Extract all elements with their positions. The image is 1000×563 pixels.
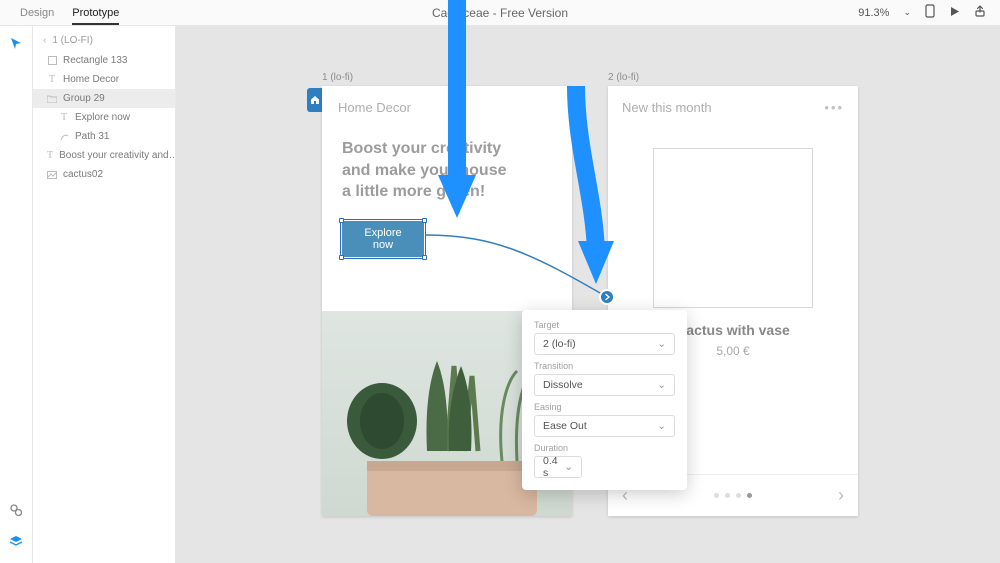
folder-icon bbox=[47, 94, 57, 104]
layer-row-path31[interactable]: Path 31 bbox=[33, 127, 175, 146]
ab1-headline: Boost your creativity and make your hous… bbox=[322, 128, 572, 203]
select-value: 0.4 s bbox=[543, 455, 564, 479]
chevron-down-icon: ⌄ bbox=[657, 420, 666, 432]
selection-handle[interactable] bbox=[339, 255, 344, 260]
wire-end-node[interactable] bbox=[601, 291, 613, 303]
artboard1-label[interactable]: 1 (lo-fi) bbox=[322, 72, 353, 83]
breadcrumb[interactable]: ‹ 1 (LO-FI) bbox=[33, 30, 175, 51]
image-icon bbox=[47, 170, 57, 180]
zoom-level[interactable]: 91.3% bbox=[858, 7, 889, 19]
layers-icon[interactable] bbox=[9, 534, 23, 553]
page-dots bbox=[714, 493, 752, 498]
chevron-down-icon: ⌄ bbox=[564, 461, 573, 473]
page-dot[interactable] bbox=[725, 493, 730, 498]
layer-label: Rectangle 133 bbox=[63, 55, 128, 66]
layer-row-boost[interactable]: T Boost your creativity and… bbox=[33, 146, 175, 165]
tab-prototype[interactable]: Prototype bbox=[72, 7, 119, 25]
chevron-left-icon: ‹ bbox=[43, 35, 46, 46]
move-tool-icon[interactable] bbox=[9, 36, 23, 55]
rect-icon bbox=[47, 56, 57, 66]
layer-label: Group 29 bbox=[63, 93, 105, 104]
selection-handle[interactable] bbox=[339, 218, 344, 223]
chevron-down-icon: ⌄ bbox=[657, 379, 666, 391]
artboard2-label[interactable]: 2 (lo-fi) bbox=[608, 72, 639, 83]
duration-label: Duration bbox=[534, 443, 675, 453]
next-icon[interactable]: › bbox=[838, 485, 844, 506]
page-dot[interactable] bbox=[736, 493, 741, 498]
left-toolstrip bbox=[0, 26, 33, 563]
layer-row-group29[interactable]: Group 29 bbox=[33, 89, 175, 108]
transition-select[interactable]: Dissolve ⌄ bbox=[534, 374, 675, 396]
share-icon[interactable] bbox=[974, 5, 986, 20]
tab-design[interactable]: Design bbox=[20, 7, 54, 19]
product-image-placeholder bbox=[653, 148, 813, 308]
text-icon: T bbox=[47, 151, 53, 161]
chevron-down-icon: ⌄ bbox=[657, 338, 666, 350]
page-dot[interactable] bbox=[714, 493, 719, 498]
canvas[interactable]: 1 (lo-fi) 2 (lo-fi) Home Decor Boost you… bbox=[176, 26, 1000, 563]
path-icon bbox=[59, 132, 69, 142]
top-toolbar: Design Prototype Cactaceae - Free Versio… bbox=[0, 0, 1000, 26]
easing-select[interactable]: Ease Out ⌄ bbox=[534, 415, 675, 437]
page-dot[interactable] bbox=[747, 493, 752, 498]
ab1-header: Home Decor bbox=[322, 86, 572, 128]
select-value: 2 (lo-fi) bbox=[543, 338, 576, 350]
layer-label: Path 31 bbox=[75, 131, 109, 142]
layer-label: Boost your creativity and… bbox=[59, 150, 176, 161]
headline-line: Boost your creativity bbox=[342, 138, 552, 160]
button-label: Explore now bbox=[364, 227, 401, 251]
selection-handle[interactable] bbox=[422, 218, 427, 223]
interaction-popover: Target 2 (lo-fi) ⌄ Transition Dissolve ⌄… bbox=[522, 310, 687, 490]
duration-select[interactable]: 0.4 s ⌄ bbox=[534, 456, 582, 478]
layer-row-cactus[interactable]: cactus02 bbox=[33, 165, 175, 184]
more-icon[interactable]: ••• bbox=[824, 100, 844, 115]
target-label: Target bbox=[534, 320, 675, 330]
target-select[interactable]: 2 (lo-fi) ⌄ bbox=[534, 333, 675, 355]
easing-label: Easing bbox=[534, 402, 675, 412]
layer-row-rectangle[interactable]: Rectangle 133 bbox=[33, 51, 175, 70]
layer-label: Home Decor bbox=[63, 74, 119, 85]
headline-line: and make your house bbox=[342, 160, 552, 182]
document-title: Cactaceae - Free Version bbox=[432, 6, 568, 20]
layer-row-explore[interactable]: T Explore now bbox=[33, 108, 175, 127]
ab2-header: New this month bbox=[622, 100, 712, 115]
layer-label: Explore now bbox=[75, 112, 130, 123]
text-icon: T bbox=[59, 113, 69, 123]
breadcrumb-label: 1 (LO-FI) bbox=[52, 35, 93, 46]
device-icon[interactable] bbox=[925, 4, 935, 21]
select-value: Dissolve bbox=[543, 379, 583, 391]
layers-panel: ‹ 1 (LO-FI) Rectangle 133 T Home Decor G… bbox=[33, 26, 176, 563]
transition-label: Transition bbox=[534, 361, 675, 371]
select-value: Ease Out bbox=[543, 420, 587, 432]
headline-line: a little more green! bbox=[342, 181, 552, 203]
layer-label: cactus02 bbox=[63, 169, 103, 180]
chevron-down-icon[interactable]: ⌄ bbox=[903, 7, 911, 18]
layer-row-text[interactable]: T Home Decor bbox=[33, 70, 175, 89]
play-icon[interactable] bbox=[949, 6, 960, 20]
selection-handle[interactable] bbox=[422, 255, 427, 260]
text-icon: T bbox=[47, 75, 57, 85]
explore-now-button[interactable]: Explore now bbox=[342, 221, 424, 257]
home-indicator-icon[interactable] bbox=[307, 88, 323, 112]
plugins-icon[interactable] bbox=[9, 503, 23, 522]
